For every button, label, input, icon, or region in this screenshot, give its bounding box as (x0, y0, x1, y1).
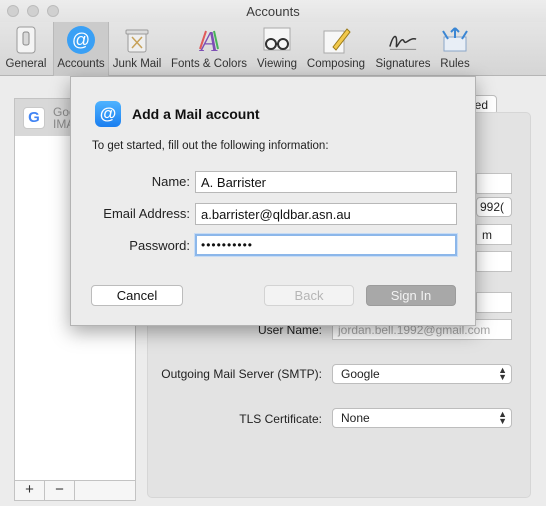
chevron-updown-icon: ▲ ▼ (498, 409, 507, 426)
sheet-subtitle: To get started, fill out the following i… (92, 140, 329, 152)
trash-icon (122, 25, 152, 55)
cancel-button[interactable]: Cancel (91, 285, 183, 306)
background-field[interactable] (476, 251, 512, 272)
sign-in-button[interactable]: Sign In (366, 285, 456, 306)
glasses-icon (262, 25, 292, 55)
at-sign-icon: @ (66, 25, 96, 55)
tab-viewing[interactable]: Viewing (253, 22, 301, 76)
tab-signatures[interactable]: Signatures (372, 22, 434, 76)
at-sign-icon: @ (95, 101, 121, 127)
general-switch-icon (11, 25, 41, 55)
remove-account-button[interactable]: − (45, 481, 75, 500)
tab-rules[interactable]: Rules (436, 22, 474, 76)
tab-fonts-colors[interactable]: A Fonts & Colors (168, 22, 250, 76)
add-account-button[interactable]: + (15, 481, 45, 500)
name-field[interactable]: A. Barrister (195, 171, 457, 193)
sheet-title: Add a Mail account (132, 106, 260, 122)
background-field[interactable] (476, 292, 512, 313)
tab-junk-mail[interactable]: Junk Mail (110, 22, 164, 76)
add-mail-account-sheet: @ Add a Mail account To get started, fil… (70, 76, 476, 326)
background-field[interactable] (476, 173, 512, 194)
email-label: Email Address: (103, 206, 190, 221)
rules-arrows-icon (440, 25, 470, 55)
pencil-icon (321, 25, 351, 55)
tls-select[interactable]: None ▲ ▼ (332, 408, 512, 428)
window-title: Accounts (246, 4, 300, 19)
tab-composing[interactable]: Composing (304, 22, 368, 76)
svg-text:@: @ (72, 30, 90, 50)
accounts-list-footer: + − (14, 481, 136, 501)
password-field[interactable]: •••••••••• (195, 234, 457, 256)
preferences-toolbar: General @ Accounts Junk Mail A Fonts & C… (0, 22, 546, 76)
port-select[interactable]: 992( (476, 197, 512, 217)
google-icon: G (23, 106, 45, 129)
name-label: Name: (151, 174, 190, 189)
email-field[interactable]: a.barrister@qldbar.asn.au (195, 203, 457, 225)
smtp-label: Outgoing Mail Server (SMTP): (161, 367, 322, 381)
chevron-updown-icon: ▲ ▼ (498, 365, 507, 382)
signature-icon (388, 25, 418, 55)
tab-general[interactable]: General (2, 22, 50, 76)
tab-accounts[interactable]: @ Accounts (53, 22, 109, 76)
password-label: Password: (129, 238, 190, 253)
host-field[interactable]: m (476, 224, 512, 245)
back-button[interactable]: Back (264, 285, 354, 306)
smtp-select[interactable]: Google ▲ ▼ (332, 364, 512, 384)
fonts-colors-icon: A (194, 25, 224, 55)
title-bar: Accounts (0, 0, 546, 22)
tls-label: TLS Certificate: (239, 412, 322, 426)
